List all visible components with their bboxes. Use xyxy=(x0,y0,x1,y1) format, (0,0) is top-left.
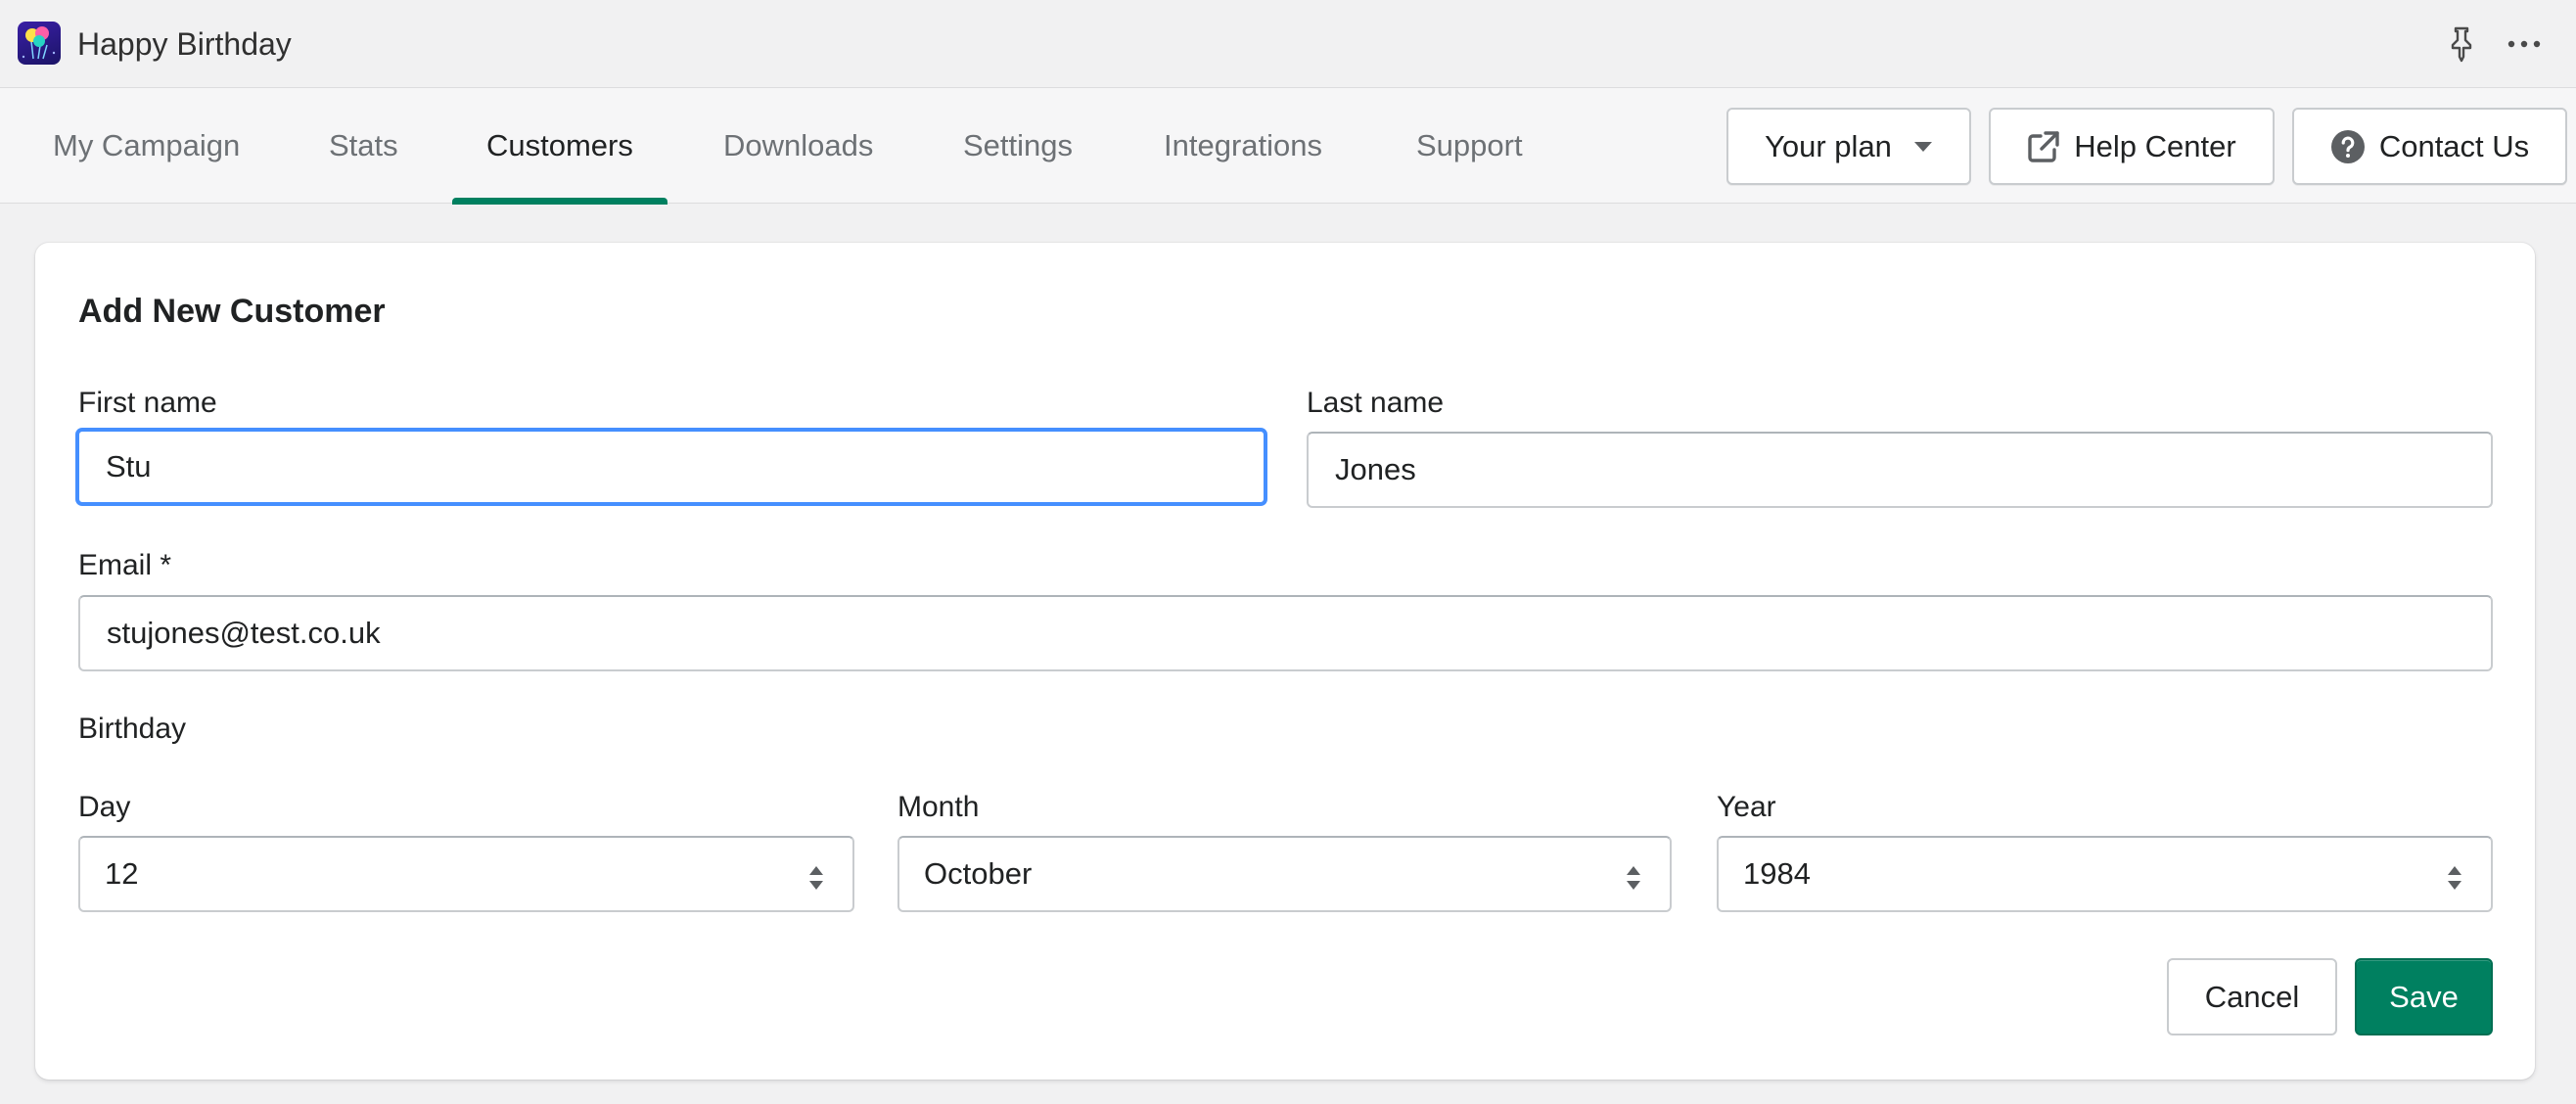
tab-downloads[interactable]: Downloads xyxy=(689,88,907,204)
month-label: Month xyxy=(897,791,980,823)
help-center-button[interactable]: Help Center xyxy=(1989,108,2275,185)
more-horizontal-icon[interactable] xyxy=(2506,27,2545,61)
contact-us-label: Contact Us xyxy=(2378,128,2530,163)
email-value: stujones@test.co.uk xyxy=(107,616,381,650)
cancel-label: Cancel xyxy=(2204,979,2300,1014)
add-customer-card: Add New Customer First name Stu Last nam… xyxy=(35,243,2535,1080)
last-name-label: Last name xyxy=(1307,387,1445,419)
first-name-input[interactable]: Stu xyxy=(76,429,1266,505)
contact-us-button[interactable]: Contact Us xyxy=(2292,108,2567,185)
tab-my-campaign[interactable]: My Campaign xyxy=(19,88,274,204)
your-plan-button[interactable]: Your plan xyxy=(1726,108,1971,185)
year-value: 1984 xyxy=(1743,856,1811,891)
save-label: Save xyxy=(2389,979,2459,1014)
email-label: Email * xyxy=(78,549,172,581)
email-input[interactable]: stujones@test.co.uk xyxy=(78,595,2493,671)
day-label: Day xyxy=(78,791,131,823)
day-value: 12 xyxy=(105,856,139,891)
month-value: October xyxy=(924,856,1033,891)
help-center-label: Help Center xyxy=(2074,128,2236,163)
save-button[interactable]: Save xyxy=(2355,958,2493,1035)
caret-down-icon xyxy=(1913,141,1933,153)
question-circle-icon xyxy=(2330,129,2366,164)
card-title: Add New Customer xyxy=(78,293,386,330)
app-logo-icon xyxy=(18,22,61,65)
title-bar: Happy Birthday xyxy=(0,0,2576,88)
first-name-value: Stu xyxy=(106,449,152,483)
tab-stats[interactable]: Stats xyxy=(295,88,433,204)
last-name-input[interactable]: Jones xyxy=(1307,432,2493,508)
pin-icon[interactable] xyxy=(2447,25,2476,63)
last-name-value: Jones xyxy=(1335,452,1416,486)
app-title: Happy Birthday xyxy=(77,26,292,62)
select-arrows-icon xyxy=(2446,863,2463,890)
tab-customers[interactable]: Customers xyxy=(452,88,667,205)
month-select[interactable]: October xyxy=(897,836,1672,912)
tab-support[interactable]: Support xyxy=(1382,88,1557,204)
your-plan-label: Your plan xyxy=(1765,128,1892,163)
tab-integrations[interactable]: Integrations xyxy=(1129,88,1357,204)
select-arrows-icon xyxy=(1625,863,1642,890)
birthday-label: Birthday xyxy=(78,713,187,745)
year-label: Year xyxy=(1717,791,1776,823)
select-arrows-icon xyxy=(807,863,825,890)
cancel-button[interactable]: Cancel xyxy=(2167,958,2337,1035)
external-link-icon xyxy=(2027,130,2060,163)
day-select[interactable]: 12 xyxy=(78,836,854,912)
first-name-label: First name xyxy=(78,387,217,419)
year-select[interactable]: 1984 xyxy=(1717,836,2493,912)
tab-settings[interactable]: Settings xyxy=(929,88,1107,204)
